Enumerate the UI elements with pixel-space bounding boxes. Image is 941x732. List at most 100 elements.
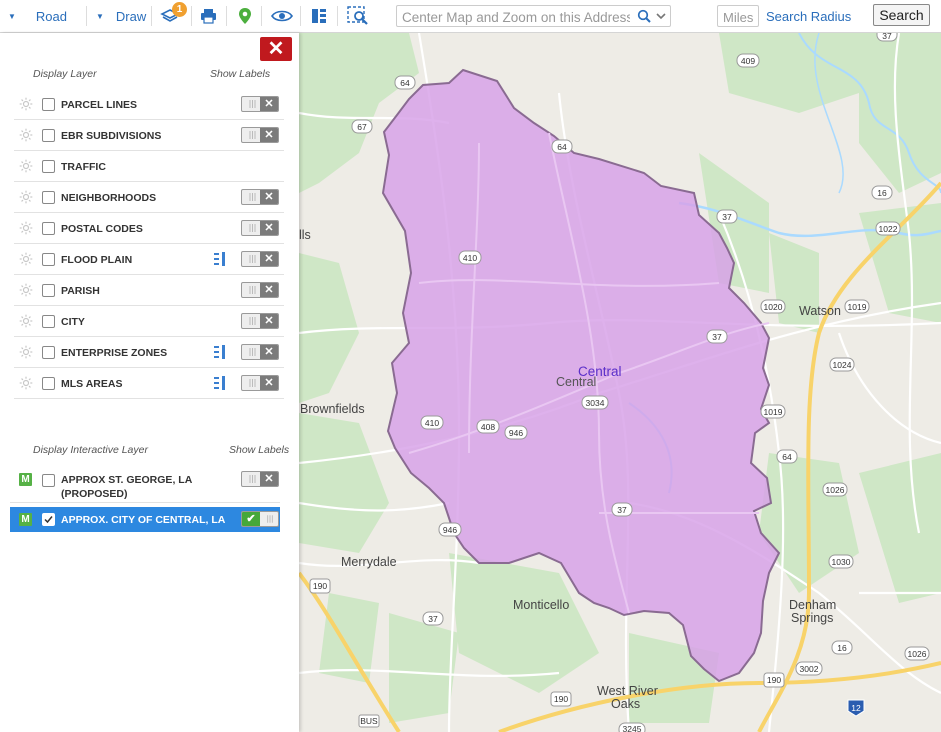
toolbar-divider (191, 6, 192, 26)
show-labels-toggle[interactable]: ✕ (241, 189, 279, 205)
place-label-monticello: Monticello (513, 598, 570, 612)
layer-checkbox[interactable] (42, 377, 55, 390)
layer-row[interactable]: ENTERPRISE ZONES ✕ (14, 337, 284, 368)
layer-row[interactable]: NEIGHBORHOODS ✕ (14, 182, 284, 213)
miles-input[interactable] (721, 7, 761, 27)
interactive-layer-row-selected[interactable]: M APPROX. CITY OF CENTRAL, LA ✔ (10, 507, 280, 532)
layer-row[interactable]: POSTAL CODES ✕ (14, 213, 284, 244)
show-labels-toggle[interactable]: ✕ (241, 127, 279, 143)
layer-checkbox[interactable] (42, 98, 55, 111)
map-pin-button[interactable] (238, 0, 252, 32)
show-labels-toggle[interactable]: ✕ (241, 251, 279, 267)
search-radius-link[interactable]: Search Radius (766, 0, 851, 32)
svg-text:1019: 1019 (764, 407, 783, 417)
show-labels-toggle[interactable]: ✕ (241, 96, 279, 112)
address-input[interactable] (400, 7, 632, 27)
toolbar-divider (151, 6, 152, 26)
legend-icon[interactable] (214, 376, 226, 390)
svg-text:37: 37 (722, 212, 732, 222)
layer-row[interactable]: MLS AREAS ✕ (14, 368, 284, 399)
toolbar-divider (226, 6, 227, 26)
toggle-grip-icon (249, 317, 256, 325)
svg-text:1019: 1019 (848, 302, 867, 312)
svg-text:408: 408 (481, 422, 495, 432)
columns-button[interactable] (311, 0, 327, 32)
svg-text:1024: 1024 (833, 360, 852, 370)
opacity-icon[interactable] (19, 345, 33, 359)
toggle-off-icon: ✕ (260, 97, 278, 111)
svg-text:37: 37 (617, 505, 627, 515)
svg-text:1022: 1022 (879, 224, 898, 234)
show-labels-toggle[interactable]: ✕ (241, 344, 279, 360)
layer-label: POSTAL CODES (61, 223, 143, 235)
opacity-icon[interactable] (19, 128, 33, 142)
opacity-icon[interactable] (19, 159, 33, 173)
opacity-icon[interactable] (19, 283, 33, 297)
address-search-field[interactable] (396, 5, 671, 27)
opacity-icon[interactable] (19, 252, 33, 266)
visibility-button[interactable] (271, 0, 293, 32)
layer-checkbox[interactable] (42, 222, 55, 235)
place-label-brownfields: Brownfields (300, 402, 365, 416)
chevron-down-icon[interactable] (655, 9, 667, 26)
map-canvas[interactable]: 37 409 64 67 64 16 1022 37 410 1020 1019… (299, 33, 941, 732)
svg-text:64: 64 (557, 142, 567, 152)
show-labels-toggle[interactable]: ✕ (241, 220, 279, 236)
layer-checkbox[interactable] (42, 474, 55, 487)
place-label-watson: Watson (799, 304, 841, 318)
layer-row[interactable]: CITY ✕ (14, 306, 284, 337)
check-icon (44, 516, 53, 524)
opacity-icon[interactable] (19, 314, 33, 328)
toggle-off-icon: ✕ (260, 314, 278, 328)
legend-icon[interactable] (214, 345, 226, 359)
svg-text:410: 410 (425, 418, 439, 428)
show-labels-toggle-on[interactable]: ✔ (241, 511, 279, 527)
layer-checkbox[interactable] (42, 346, 55, 359)
layer-row[interactable]: PARCEL LINES ✕ (14, 89, 284, 120)
layer-row[interactable]: EBR SUBDIVISIONS ✕ (14, 120, 284, 151)
toolbar-divider (300, 6, 301, 26)
opacity-icon[interactable] (19, 376, 33, 390)
show-labels-toggle[interactable]: ✕ (241, 282, 279, 298)
svg-text:37: 37 (882, 33, 892, 41)
svg-text:3034: 3034 (586, 398, 605, 408)
opacity-icon[interactable] (19, 190, 33, 204)
layer-checkbox[interactable] (42, 315, 55, 328)
layer-checkbox[interactable] (42, 253, 55, 266)
show-labels-toggle[interactable]: ✕ (241, 375, 279, 391)
layer-checkbox[interactable] (42, 129, 55, 142)
layer-checkbox[interactable] (42, 284, 55, 297)
toolbar-divider (86, 6, 87, 26)
layer-row[interactable]: TRAFFIC (14, 151, 284, 182)
show-labels-toggle[interactable]: ✕ (241, 313, 279, 329)
road-dropdown[interactable]: ▼ Road (8, 0, 67, 32)
opacity-icon[interactable] (19, 97, 33, 111)
toggle-off-icon: ✕ (260, 472, 278, 486)
layer-checkbox-checked[interactable] (42, 513, 55, 526)
layer-row[interactable]: FLOOD PLAIN ✕ (14, 244, 284, 275)
layer-label: MLS AREAS (61, 378, 123, 390)
opacity-icon[interactable] (19, 221, 33, 235)
search-icon[interactable] (637, 9, 651, 26)
layer-row[interactable]: PARISH ✕ (14, 275, 284, 306)
show-labels-header: Show Labels (210, 68, 271, 80)
svg-text:12: 12 (851, 703, 861, 713)
svg-text:946: 946 (443, 525, 457, 535)
draw-dropdown[interactable]: ▼ Draw (96, 0, 146, 32)
svg-text:410: 410 (463, 253, 477, 263)
print-button[interactable] (200, 0, 217, 32)
draw-label: Draw (115, 8, 147, 24)
zoom-area-button[interactable] (347, 0, 369, 32)
close-button[interactable]: ✕ (260, 37, 292, 61)
legend-icon[interactable] (214, 252, 226, 266)
toggle-grip-icon (249, 100, 256, 108)
toggle-off-icon: ✕ (260, 221, 278, 235)
show-labels-toggle[interactable]: ✕ (241, 471, 279, 487)
layer-checkbox[interactable] (42, 191, 55, 204)
place-label-oaks: Oaks (611, 697, 641, 711)
miles-field[interactable] (717, 5, 761, 27)
svg-text:64: 64 (400, 78, 410, 88)
interactive-layer-row[interactable]: M APPROX ST. GEORGE, LA (PROPOSED) ✕ (10, 465, 280, 503)
search-button[interactable]: Search (873, 4, 930, 26)
layer-checkbox[interactable] (42, 160, 55, 173)
